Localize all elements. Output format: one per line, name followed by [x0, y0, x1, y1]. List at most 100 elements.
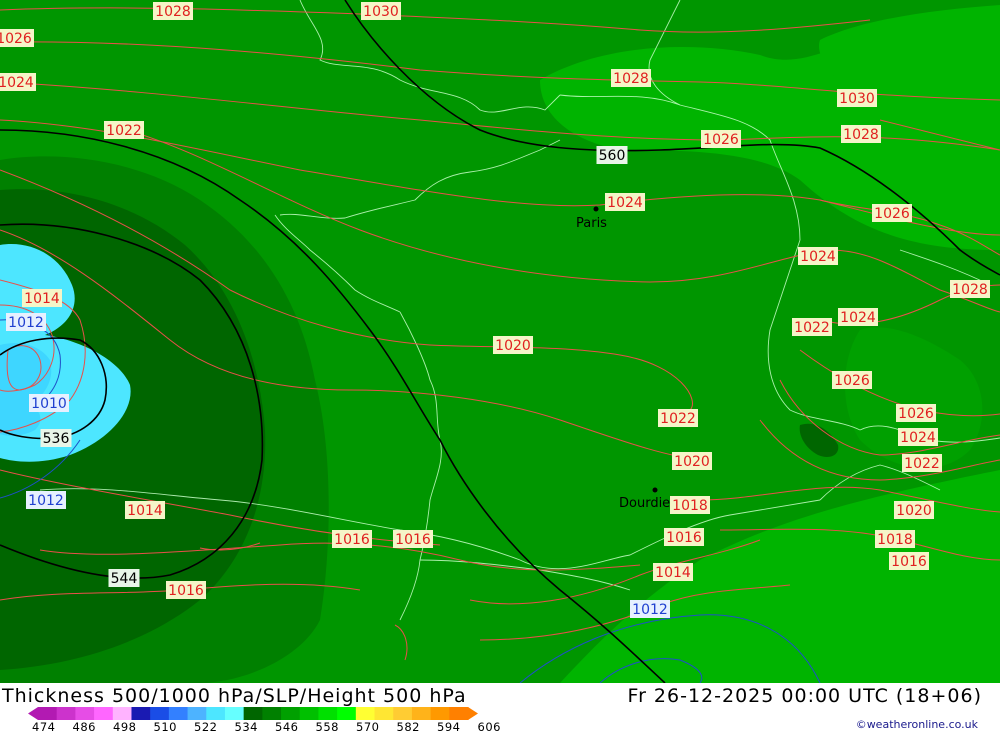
svg-text:536: 536 — [43, 431, 70, 447]
slp-label: 1024 — [838, 308, 878, 326]
svg-text:1030: 1030 — [363, 4, 399, 20]
legend-arrow-left — [28, 707, 38, 720]
city-label-dourdies: Dourdies — [619, 496, 677, 511]
legend-ticks: 474 486 498 510 522 534 546 558 570 582 594 606 — [28, 720, 508, 734]
svg-text:1024: 1024 — [0, 75, 34, 91]
svg-text:544: 544 — [111, 571, 138, 587]
slp-label: 1010 — [29, 394, 69, 412]
legend-swatch — [150, 707, 170, 720]
svg-text:1020: 1020 — [896, 503, 932, 519]
svg-text:1016: 1016 — [334, 532, 370, 548]
slp-label: 1014 — [22, 289, 62, 307]
slp-label: 1016 — [166, 581, 206, 599]
legend-swatch — [112, 707, 132, 720]
svg-text:560: 560 — [599, 148, 626, 164]
legend-tick: 522 — [194, 720, 218, 734]
svg-text:1014: 1014 — [655, 565, 691, 581]
slp-label: 1018 — [670, 496, 710, 514]
svg-text:1028: 1028 — [613, 71, 649, 87]
legend-tick: 558 — [315, 720, 339, 734]
legend-swatch — [337, 707, 357, 720]
legend-swatch — [56, 707, 76, 720]
color-legend — [28, 707, 478, 720]
footer: Thickness 500/1000 hPa/SLP/Height 500 hP… — [0, 683, 1000, 734]
credit-link[interactable]: ©weatheronline.co.uk — [856, 718, 978, 731]
slp-label: 1026 — [832, 371, 872, 389]
slp-label: 1012 — [630, 600, 670, 618]
slp-label: 1012 — [6, 313, 46, 331]
legend-swatch — [449, 707, 469, 720]
legend-swatch — [243, 707, 263, 720]
legend-swatch — [411, 707, 432, 720]
slp-label: 1012 — [26, 491, 66, 509]
slp-label: 1028 — [841, 125, 881, 143]
slp-label: 1028 — [153, 2, 193, 20]
svg-text:1012: 1012 — [28, 493, 64, 509]
legend-swatch — [206, 707, 226, 720]
slp-label: 1024 — [605, 193, 645, 211]
slp-label: 1022 — [104, 121, 144, 139]
slp-label: 1022 — [792, 318, 832, 336]
svg-text:1022: 1022 — [794, 320, 830, 336]
svg-text:1020: 1020 — [674, 454, 710, 470]
slp-label: 1020 — [672, 452, 712, 470]
legend-swatch — [318, 707, 338, 720]
svg-text:1012: 1012 — [632, 602, 668, 618]
slp-label: 1024 — [898, 428, 938, 446]
legend-swatch — [168, 707, 189, 720]
svg-text:1028: 1028 — [952, 282, 988, 298]
legend-tick: 498 — [113, 720, 137, 734]
legend-swatch — [224, 707, 245, 720]
svg-text:1010: 1010 — [31, 396, 67, 412]
legend-swatch — [38, 707, 58, 720]
svg-text:1014: 1014 — [127, 503, 163, 519]
legend-tick: 486 — [72, 720, 96, 734]
slp-label: 1016 — [332, 530, 372, 548]
slp-label: 1014 — [125, 501, 165, 519]
legend-tick: 510 — [153, 720, 177, 734]
svg-text:1026: 1026 — [898, 406, 934, 422]
slp-label: 1020 — [894, 501, 934, 519]
svg-text:1024: 1024 — [900, 430, 936, 446]
weather-map: Paris Dourdies 1028 1030 1026 1024 1028 1030 1… — [0, 0, 1000, 683]
legend-tick: 594 — [437, 720, 461, 734]
legend-tick: 474 — [32, 720, 56, 734]
legend-swatch — [94, 707, 114, 720]
slp-label: 1022 — [902, 454, 942, 472]
svg-text:1012: 1012 — [8, 315, 44, 331]
slp-label: 1022 — [658, 409, 698, 427]
svg-text:1022: 1022 — [904, 456, 940, 472]
city-label-paris: Paris — [576, 216, 607, 231]
slp-label: 1026 — [701, 130, 741, 148]
legend-tick: 546 — [275, 720, 299, 734]
svg-text:1016: 1016 — [666, 530, 702, 546]
legend-tick: 534 — [234, 720, 258, 734]
slp-label: 1016 — [393, 530, 433, 548]
legend-tick: 570 — [356, 720, 380, 734]
svg-text:1026: 1026 — [703, 132, 739, 148]
legend-swatch — [299, 707, 319, 720]
svg-text:1028: 1028 — [843, 127, 879, 143]
svg-text:1024: 1024 — [800, 249, 836, 265]
svg-text:1026: 1026 — [874, 206, 910, 222]
svg-text:1016: 1016 — [168, 583, 204, 599]
svg-text:1026: 1026 — [834, 373, 870, 389]
svg-text:1020: 1020 — [495, 338, 531, 354]
legend-swatch — [355, 707, 376, 720]
slp-label: 1016 — [664, 528, 704, 546]
svg-text:1016: 1016 — [395, 532, 431, 548]
legend-swatch — [262, 707, 282, 720]
height-label: 544 — [108, 569, 140, 587]
legend-tick: 606 — [477, 720, 501, 734]
slp-label: 1026 — [0, 29, 34, 47]
legend-swatch — [75, 707, 95, 720]
legend-swatch — [393, 707, 413, 720]
legend-swatch — [430, 707, 450, 720]
svg-text:1030: 1030 — [839, 91, 875, 107]
slp-label: 1014 — [653, 563, 693, 581]
slp-label: 1024 — [798, 247, 838, 265]
svg-text:1026: 1026 — [0, 31, 32, 47]
legend-swatch — [281, 707, 301, 720]
slp-label: 1016 — [889, 552, 929, 570]
height-label: 536 — [40, 429, 72, 447]
